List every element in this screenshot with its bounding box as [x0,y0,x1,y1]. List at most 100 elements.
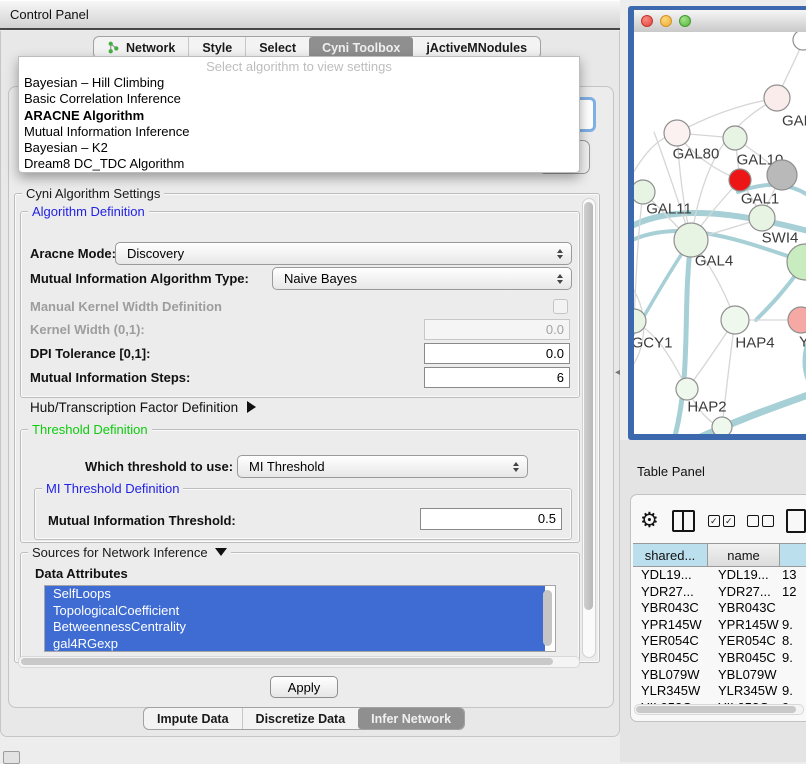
table-cell[interactable]: YDL19... [633,567,708,584]
settings-gear-icon[interactable]: ⚙ [640,511,659,531]
table-row[interactable]: YER054CYER054C8. [633,633,806,650]
list-item[interactable]: SelfLoops [45,586,545,603]
minimized-panel-button[interactable] [3,751,20,764]
close-traffic-light-icon[interactable] [641,15,653,27]
dropdown-item[interactable]: Mutual Information Inference [19,124,579,140]
table-cell[interactable]: 8. [780,633,806,650]
select-all-columns-icon[interactable]: ✓✓ [708,515,735,527]
list-item[interactable]: TopologicalCoefficient [45,603,545,620]
table-cell[interactable]: YER054C [633,633,708,650]
column-header-name[interactable]: name [708,544,780,566]
tab-infer-network[interactable]: Infer Network [358,708,464,729]
tab-style[interactable]: Style [188,37,245,58]
column-split-icon[interactable] [672,510,695,532]
table-cell[interactable]: 12 [780,584,806,601]
tab-select[interactable]: Select [245,37,309,58]
table-cell[interactable]: YDR27... [633,584,708,601]
network-edge[interactable] [634,321,687,389]
new-table-icon[interactable] [786,509,806,533]
table-cell[interactable]: 9. [780,683,806,700]
table-row[interactable]: YDR27...YDR27...12 [633,584,806,601]
tab-cyni-toolbox[interactable]: Cyni Toolbox [309,37,413,58]
table-cell[interactable]: YBR043C [633,600,708,617]
table-cell[interactable]: YLR345W [708,683,780,700]
network-node[interactable] [664,120,690,146]
network-window-titlebar[interactable] [634,10,806,33]
which-threshold-combo[interactable]: MI Threshold [237,455,528,478]
dropdown-item[interactable]: Bayesian – Hill Climbing [19,75,579,91]
table-cell[interactable]: 9. [780,650,806,667]
table-row[interactable]: YDL19...YDL19...13 [633,567,806,584]
mi-steps-field[interactable]: 6 [424,367,570,388]
table-cell[interactable]: 9. [780,617,806,634]
aracne-mode-combo[interactable]: Discovery [115,242,572,265]
panel-collapse-icon[interactable]: ◂ [615,367,620,378]
list-item[interactable]: BetweennessCentrality [45,619,545,636]
table-cell[interactable]: YDR27... [708,584,780,601]
table-row[interactable]: YBL079WYBL079W [633,667,806,684]
network-node[interactable] [764,85,790,111]
table-cell[interactable]: YBL079W [708,667,780,684]
table-cell[interactable]: YBR045C [708,650,780,667]
network-node[interactable] [793,32,806,50]
unselect-all-columns-icon[interactable] [747,515,774,527]
table-row[interactable]: YBR045CYBR045C9. [633,650,806,667]
sources-toggle[interactable]: Sources for Network Inference [28,545,231,560]
dropdown-item[interactable]: Dream8 DC_TDC Algorithm [19,156,579,172]
table-cell[interactable]: 13 [780,567,806,584]
tab-impute-data[interactable]: Impute Data [144,708,242,729]
manual-kernel-checkbox[interactable] [553,299,568,314]
tab-network[interactable]: Network [94,37,188,58]
table-cell[interactable]: YBL079W [633,667,708,684]
table-row[interactable]: YPR145WYPR145W9. [633,617,806,634]
node-label: GAL80 [673,146,720,163]
mi-type-combo[interactable]: Naive Bayes [272,267,572,290]
mi-threshold-field[interactable]: 0.5 [420,508,562,530]
network-node[interactable] [723,126,747,150]
tab-discretize-data[interactable]: Discretize Data [242,708,359,729]
table-cell[interactable]: YLR345W [633,683,708,700]
table-row[interactable]: YBR043CYBR043C [633,600,806,617]
network-view[interactable]: GALGAL80GAL10GAL1GAL11SWI4GAL4GCY1HAP4YH… [634,32,806,434]
dropdown-item[interactable]: Basic Correlation Inference [19,91,579,107]
network-edge[interactable] [634,192,643,321]
zoom-traffic-light-icon[interactable] [679,15,691,27]
dropdown-item[interactable]: Bayesian – K2 [19,140,579,156]
network-canvas[interactable]: GALGAL80GAL10GAL1GAL11SWI4GAL4GCY1HAP4YH… [634,32,806,434]
table-cell[interactable]: YDL19... [708,567,780,584]
table-horizontal-scrollbar[interactable] [634,704,804,715]
network-edge[interactable] [677,98,777,133]
expand-right-icon [247,401,256,413]
column-header-partial[interactable] [780,544,806,566]
network-node[interactable] [767,160,797,190]
table-cell[interactable] [780,600,806,617]
table-cell[interactable]: YPR145W [708,617,780,634]
settings-horizontal-scrollbar[interactable] [18,656,580,668]
dpi-tolerance-field[interactable]: 0.0 [424,343,570,364]
dropdown-item-selected[interactable]: ARACNE Algorithm [19,108,579,124]
column-header-shared-name[interactable]: shared... [633,544,708,566]
table-cell[interactable]: YPR145W [633,617,708,634]
settings-vertical-scrollbar[interactable] [582,198,596,658]
kernel-width-field[interactable]: 0.0 [424,319,570,340]
minimize-traffic-light-icon[interactable] [660,15,672,27]
node-label: GAL4 [695,253,733,270]
hub-definition-toggle[interactable]: Hub/Transcription Factor Definition [30,400,256,415]
network-node[interactable] [676,378,698,400]
network-node[interactable] [712,417,732,434]
network-node[interactable] [788,307,806,333]
table-cell[interactable] [780,667,806,684]
table-cell[interactable]: YER054C [708,633,780,650]
list-item[interactable]: gal4RGexp [45,636,545,653]
list-vertical-scrollbar[interactable] [543,590,552,646]
mi-steps-label: Mutual Information Steps: [30,370,190,385]
table-cell[interactable]: YBR045C [633,650,708,667]
apply-button[interactable]: Apply [270,676,338,698]
network-node[interactable] [749,205,775,231]
network-node[interactable] [721,306,749,334]
network-node[interactable] [729,169,751,191]
table-cell[interactable]: YBR043C [708,600,780,617]
tab-jactivemnodules[interactable]: jActiveMNodules [413,37,540,58]
network-node[interactable] [787,244,806,280]
table-row[interactable]: YLR345WYLR345W9. [633,683,806,700]
